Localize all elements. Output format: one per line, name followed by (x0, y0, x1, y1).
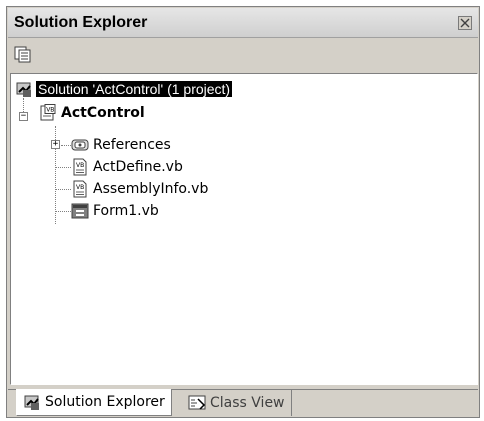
vb-file-icon: VB (73, 158, 87, 176)
expand-toggle-references[interactable]: + (51, 140, 60, 149)
solution-tree[interactable]: Solution 'ActControl' (1 project) − VB A… (10, 73, 478, 385)
tree-node-solution[interactable]: Solution 'ActControl' (1 project) (15, 78, 234, 100)
solution-explorer-window: Solution Explorer Solution 'ActControl' … (6, 6, 480, 418)
tree-line (55, 211, 71, 212)
svg-text:VB: VB (76, 184, 84, 191)
vb-project-icon: VB (40, 104, 56, 121)
tree-node-actdefine[interactable]: VB ActDefine.vb (71, 156, 183, 178)
solution-explorer-icon (24, 395, 39, 410)
close-icon (460, 18, 470, 28)
assemblyinfo-label: AssemblyInfo.vb (93, 181, 209, 197)
svg-text:VB: VB (46, 107, 54, 114)
properties-button[interactable] (12, 44, 34, 64)
title-bar[interactable]: Solution Explorer (8, 8, 478, 38)
window-title: Solution Explorer (14, 14, 148, 31)
tree-node-project[interactable]: VB ActControl (39, 102, 145, 124)
vb-file-icon: VB (73, 180, 87, 198)
references-label: References (93, 137, 171, 153)
toolbar (8, 39, 478, 69)
svg-text:VB: VB (76, 162, 84, 169)
tab-solution-explorer-label: Solution Explorer (45, 394, 165, 410)
tree-node-form1[interactable]: Form1.vb (71, 200, 159, 222)
actdefine-label: ActDefine.vb (93, 159, 183, 175)
tab-strip: Solution Explorer Class View (8, 389, 478, 417)
close-button[interactable] (458, 16, 472, 30)
project-label: ActControl (61, 105, 145, 121)
tree-line (61, 145, 71, 146)
tab-class-view-label: Class View (210, 395, 285, 411)
properties-icon (14, 46, 31, 63)
tree-node-references[interactable]: References (71, 134, 171, 156)
tree-line (55, 189, 71, 190)
form-icon (71, 203, 89, 219)
tree-node-assemblyinfo[interactable]: VB AssemblyInfo.vb (71, 178, 208, 200)
references-icon (71, 139, 89, 151)
solution-label: Solution 'ActControl' (1 project) (34, 80, 234, 98)
tab-solution-explorer[interactable]: Solution Explorer (16, 389, 172, 416)
class-view-icon (188, 395, 206, 410)
tree-line (55, 167, 71, 168)
tab-class-view[interactable]: Class View (182, 390, 292, 416)
collapse-toggle-project[interactable]: − (19, 112, 28, 121)
form1-label: Form1.vb (93, 203, 159, 219)
solution-icon (16, 82, 31, 97)
